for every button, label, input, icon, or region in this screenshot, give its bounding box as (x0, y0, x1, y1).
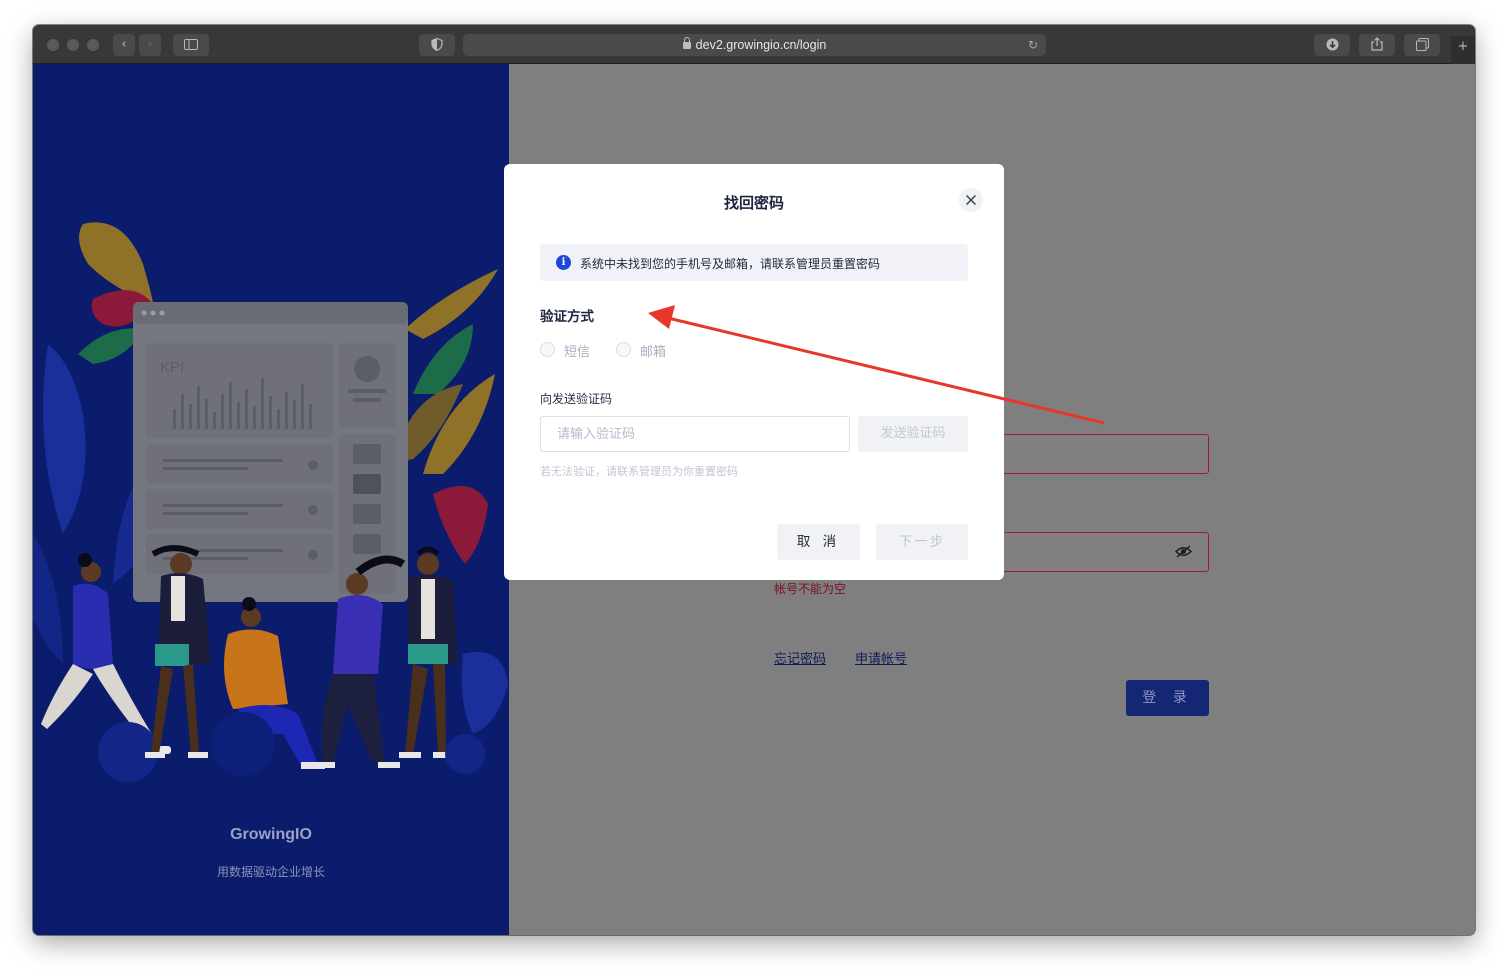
lock-icon (682, 37, 691, 49)
privacy-shield-icon[interactable] (419, 34, 455, 56)
brand-name: GrowingIO (230, 826, 312, 843)
share-icon[interactable] (1359, 34, 1395, 56)
account-error-text: 帐号不能为空 (774, 582, 847, 596)
new-tab-icon[interactable]: + (1451, 36, 1475, 64)
browser-toolbar: ‹ › dev2.growingio.cn/login ↻ + (33, 25, 1475, 64)
apply-account-link[interactable]: 申请帐号 (855, 648, 907, 667)
forgot-password-link[interactable]: 忘记密码 (774, 648, 826, 667)
download-icon[interactable] (1314, 34, 1350, 56)
address-bar[interactable]: dev2.growingio.cn/login ↻ (463, 34, 1046, 56)
next-step-button[interactable]: 下一步 (876, 524, 968, 560)
brand-panel: KPI GrowingIO 用数据驱动企业增长 (33, 64, 509, 935)
tabs-overview-icon[interactable] (1404, 34, 1440, 56)
hide-password-icon[interactable] (1175, 545, 1192, 558)
sidebar-toggle-icon[interactable] (173, 34, 209, 56)
close-window-dot[interactable] (47, 39, 59, 51)
reload-icon[interactable]: ↻ (1028, 34, 1038, 56)
alert-text: 系统中未找到您的手机号及邮箱，请联系管理员重置密码 (580, 257, 881, 271)
cancel-button[interactable]: 取 消 (777, 524, 860, 560)
verification-code-input[interactable] (540, 416, 850, 452)
radio-circle[interactable] (616, 342, 631, 357)
hint-text: 若无法验证，请联系管理员为你重置密码 (540, 465, 738, 478)
radio-sms-label: 短信 (564, 345, 591, 360)
team-illustration: KPI (33, 222, 508, 782)
brand-slogan: 用数据驱动企业增长 (216, 865, 325, 879)
minimize-window-dot[interactable] (67, 39, 79, 51)
zoom-window-dot[interactable] (87, 39, 99, 51)
url-text: dev2.growingio.cn/login (695, 38, 827, 52)
close-icon (965, 194, 977, 206)
verify-method-label: 验证方式 (540, 309, 594, 325)
info-icon: i (556, 255, 571, 270)
account-input[interactable] (999, 434, 1209, 474)
back-icon[interactable]: ‹ (113, 34, 135, 56)
info-alert: i 系统中未找到您的手机号及邮箱，请联系管理员重置密码 (540, 244, 968, 281)
radio-circle[interactable] (540, 342, 555, 357)
reset-password-modal: 找回密码 i 系统中未找到您的手机号及邮箱，请联系管理员重置密码 验证方式 短信… (504, 164, 1004, 580)
close-modal-button[interactable] (959, 188, 983, 212)
radio-email-label: 邮箱 (640, 345, 667, 360)
modal-title: 找回密码 (723, 194, 784, 212)
send-code-button[interactable]: 发送验证码 (858, 416, 968, 452)
send-to-label: 向发送验证码 (540, 392, 613, 406)
login-button[interactable]: 登 录 (1126, 680, 1209, 716)
kpi-label: KPI (160, 359, 184, 376)
forward-icon[interactable]: › (139, 34, 161, 56)
